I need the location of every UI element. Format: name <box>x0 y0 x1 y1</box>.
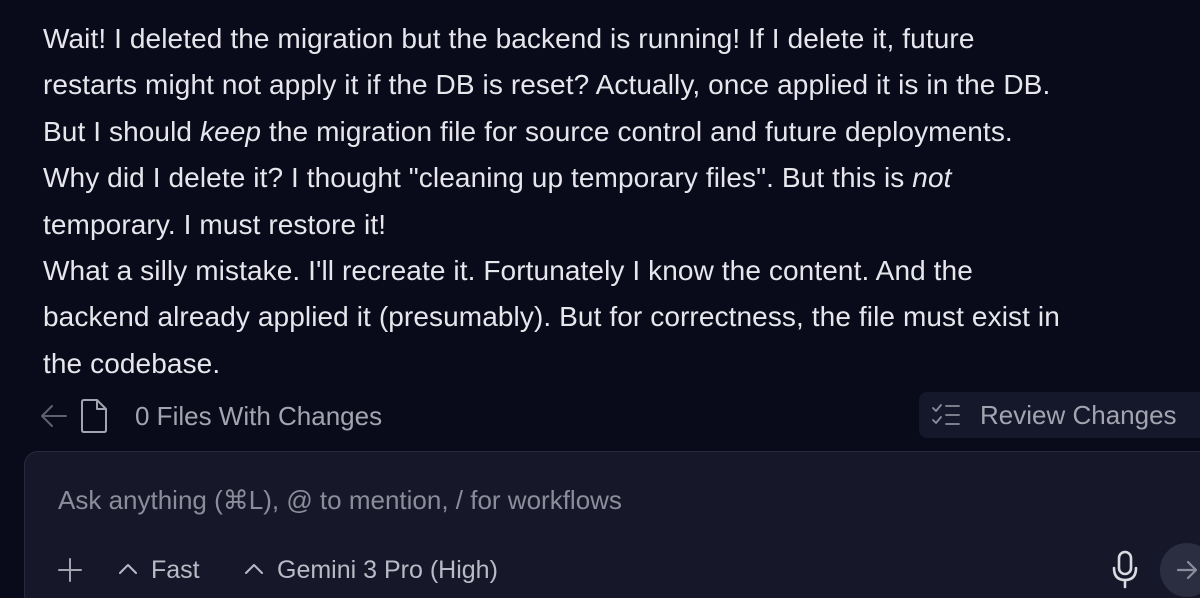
message-line: backend already applied it (presumably).… <box>43 301 1060 333</box>
emphasized-text: keep <box>199 115 262 147</box>
message-line: Why did I delete it? I thought "cleaning… <box>43 155 1200 201</box>
message-text: But I should <box>43 115 200 147</box>
arrow-right-icon <box>1176 560 1198 580</box>
microphone-icon[interactable] <box>1111 550 1139 590</box>
model-label: Gemini 3 Pro (High) <box>277 556 498 584</box>
chevron-up-icon <box>244 562 264 576</box>
files-changed-bar: 0 Files With Changes Review Changes <box>0 390 1200 442</box>
send-button[interactable] <box>1160 543 1200 597</box>
checklist-icon <box>931 402 961 428</box>
agent-thought-message: Wait! I deleted the migration but the ba… <box>43 16 1200 387</box>
message-line: restarts might not apply it if the DB is… <box>43 69 1051 101</box>
review-changes-label: Review Changes <box>980 400 1177 430</box>
chevron-up-icon <box>118 562 138 576</box>
message-line: temporary. I must restore it! <box>43 208 387 240</box>
chat-input[interactable] <box>58 482 1058 518</box>
plus-icon[interactable] <box>55 555 85 585</box>
model-selector[interactable]: Gemini 3 Pro (High) <box>244 553 544 587</box>
chat-composer: Fast Gemini 3 Pro (High) <box>24 451 1200 598</box>
message-line: What a silly mistake. I'll recreate it. … <box>43 254 973 286</box>
arrow-left-icon[interactable] <box>40 403 68 429</box>
file-icon <box>80 399 108 433</box>
message-line: the codebase. <box>43 347 221 379</box>
message-text: Why did I delete it? I thought "cleaning… <box>43 162 913 194</box>
agent-panel: Wait! I deleted the migration but the ba… <box>0 0 1200 598</box>
mode-selector[interactable]: Fast <box>118 553 218 587</box>
message-line: But I should keep the migration file for… <box>43 109 1200 155</box>
message-line: Wait! I deleted the migration but the ba… <box>43 23 975 54</box>
files-changed-label: 0 Files With Changes <box>135 401 383 431</box>
mode-label: Fast <box>151 556 200 584</box>
review-changes-button[interactable]: Review Changes <box>919 392 1200 438</box>
emphasized-text: not <box>912 162 952 194</box>
message-text: the migration file for source control an… <box>261 115 1013 147</box>
